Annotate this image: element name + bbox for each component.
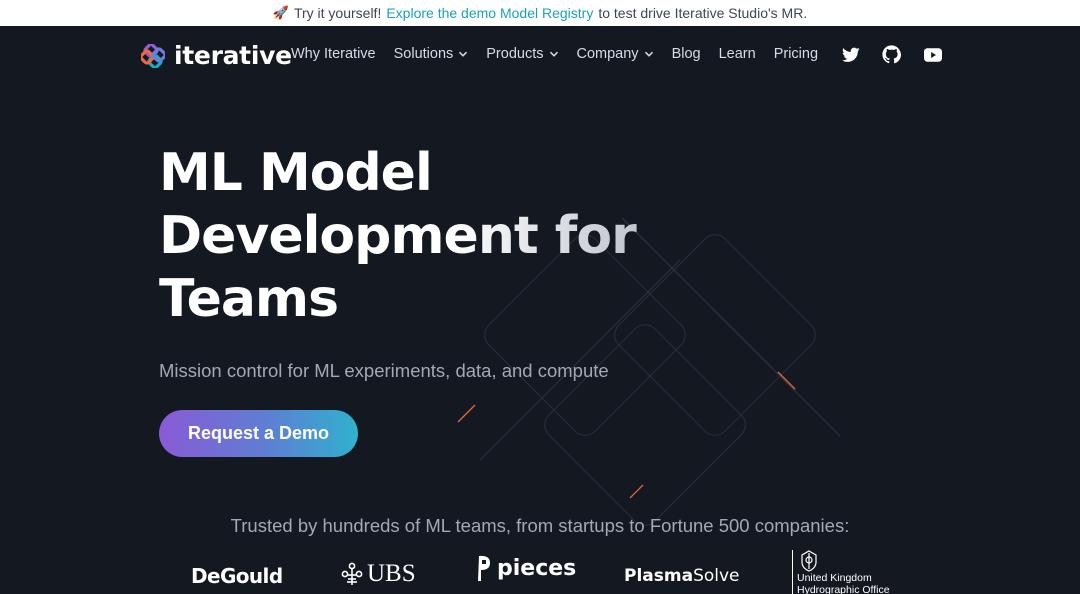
request-demo-button[interactable]: Request a Demo	[159, 410, 358, 457]
announcement-prefix: Try it yourself!	[293, 5, 382, 21]
github-icon[interactable]	[882, 45, 901, 64]
ukho-divider	[792, 550, 793, 594]
nav-item-company[interactable]: Company	[577, 46, 654, 62]
chevron-down-icon	[459, 51, 468, 57]
ubs-keys-icon	[341, 562, 363, 585]
degould-logo: DeGould	[191, 564, 283, 588]
plasma-wordmark-regular: Solve	[693, 566, 740, 586]
nav-item-solutions[interactable]: Solutions	[394, 46, 469, 62]
nav-item-label: Solutions	[393, 46, 454, 62]
ukho-content: United Kingdom Hydrographic Office	[797, 550, 890, 594]
twitter-icon[interactable]	[841, 45, 860, 64]
pieces-wordmark: pieces	[497, 555, 577, 581]
top-navigation: iterative Why Iterative Solutions Produc…	[0, 26, 1080, 84]
brand-logo[interactable]: iterative	[141, 41, 292, 70]
hero-title-line-3: Teams	[159, 269, 339, 329]
chevron-down-icon	[644, 51, 653, 57]
nav-item-label: Blog	[671, 46, 701, 62]
iterative-logo-icon	[141, 43, 165, 68]
ukho-line-1: United Kingdom	[797, 572, 872, 584]
hero-subtitle: Mission control for ML experiments, data…	[159, 360, 609, 381]
demo-registry-link[interactable]: Explore the demo Model Registry	[386, 5, 593, 21]
youtube-icon[interactable]	[923, 45, 942, 64]
crest-icon	[801, 550, 817, 572]
nav-item-products[interactable]: Products	[486, 46, 558, 62]
pieces-mark-icon	[478, 555, 490, 581]
hero-title-line-1: ML Model	[159, 143, 432, 203]
nav-item-label: Why Iterative	[291, 46, 376, 62]
nav-item-why-iterative[interactable]: Why Iterative	[291, 46, 376, 62]
hero-title-line-2: Development for	[159, 206, 636, 266]
trusted-heading: Trusted by hundreds of ML teams, from st…	[230, 515, 850, 536]
rocket-icon: 🚀	[272, 5, 289, 20]
nav-item-blog[interactable]: Blog	[672, 46, 701, 62]
nav-item-learn[interactable]: Learn	[719, 46, 756, 62]
announcement-bar: 🚀 Try it yourself! Explore the demo Mode…	[0, 0, 1080, 26]
hero-title: ML Model Development for Teams	[159, 142, 679, 331]
ubs-wordmark: UBS	[367, 560, 416, 587]
nav-item-pricing[interactable]: Pricing	[774, 46, 818, 62]
ukho-logo: United Kingdom Hydrographic Office	[792, 550, 890, 594]
nav-item-label: Pricing	[773, 46, 819, 62]
chevron-down-icon	[549, 51, 558, 57]
nav-item-label: Learn	[718, 46, 756, 62]
nav-item-label: Company	[576, 46, 639, 62]
ubs-logo: UBS	[341, 560, 416, 588]
social-links	[841, 45, 942, 64]
ukho-line-2: Hydrographic Office	[797, 584, 890, 594]
brand-name: iterative	[174, 41, 292, 70]
customer-logos: DeGould UBS pieces PlasmaSolve United Ki…	[0, 548, 1080, 594]
announcement-suffix: to test drive Iterative Studio's MR.	[598, 5, 808, 21]
plasma-wordmark-bold: Plasma	[624, 566, 694, 586]
main-menu: Why Iterative Solutions Products Company…	[291, 46, 818, 62]
plasmasolve-logo: PlasmaSolve	[624, 566, 740, 586]
nav-item-label: Products	[486, 46, 544, 62]
pieces-logo: pieces	[477, 554, 576, 582]
